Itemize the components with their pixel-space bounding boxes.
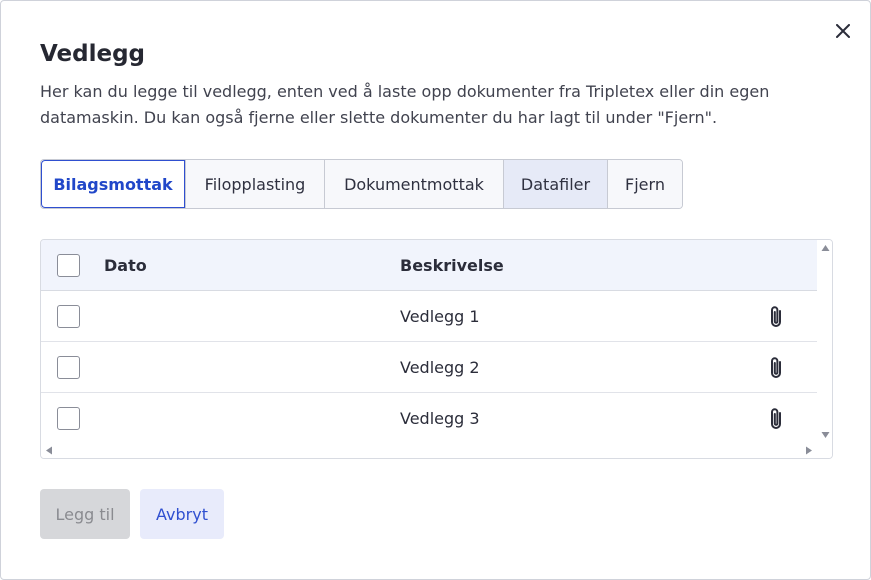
table-row[interactable]: Vedlegg 1 [41, 291, 817, 342]
arrow-up-icon[interactable] [821, 244, 830, 252]
tab-dokumentmottak[interactable]: Dokumentmottak [324, 160, 503, 208]
dialog-title: Vedlegg [40, 41, 146, 67]
column-header-date[interactable]: Dato [104, 256, 147, 275]
paperclip-icon[interactable] [765, 355, 787, 381]
add-button[interactable]: Legg til [40, 489, 130, 539]
select-all-checkbox[interactable] [57, 254, 80, 277]
column-header-description[interactable]: Beskrivelse [400, 256, 504, 275]
paperclip-icon[interactable] [765, 406, 787, 432]
tab-datafiler[interactable]: Datafiler [503, 160, 607, 208]
tab-bilagsmottak[interactable]: Bilagsmottak [41, 160, 185, 208]
row-description: Vedlegg 3 [400, 409, 480, 428]
paperclip-icon[interactable] [765, 304, 787, 330]
tab-fjern[interactable]: Fjern [607, 160, 682, 208]
table-header: Dato Beskrivelse [41, 240, 817, 291]
source-tabs: Bilagsmottak Filopplasting Dokumentmotta… [40, 159, 683, 209]
vertical-scrollbar[interactable] [817, 240, 832, 442]
dialog-description: Her kan du legge til vedlegg, enten ved … [40, 82, 770, 127]
arrow-left-icon[interactable] [45, 446, 53, 455]
attachments-table: Dato Beskrivelse Vedlegg 1 Vedlegg 2 Ved… [40, 239, 833, 459]
table-row[interactable]: Vedlegg 2 [41, 342, 817, 393]
table-row[interactable]: Vedlegg 3 [41, 393, 817, 444]
row-checkbox[interactable] [57, 407, 80, 430]
row-description: Vedlegg 2 [400, 358, 480, 377]
row-checkbox[interactable] [57, 356, 80, 379]
arrow-right-icon[interactable] [805, 446, 813, 455]
horizontal-scrollbar[interactable] [41, 442, 832, 458]
cancel-button[interactable]: Avbryt [140, 489, 224, 539]
attachments-dialog: Vedlegg Her kan du legge til vedlegg, en… [0, 0, 871, 580]
row-description: Vedlegg 1 [400, 307, 480, 326]
arrow-down-icon[interactable] [821, 431, 830, 439]
close-icon [836, 24, 850, 38]
tab-filopplasting[interactable]: Filopplasting [185, 160, 324, 208]
close-button[interactable] [831, 19, 855, 43]
row-checkbox[interactable] [57, 305, 80, 328]
